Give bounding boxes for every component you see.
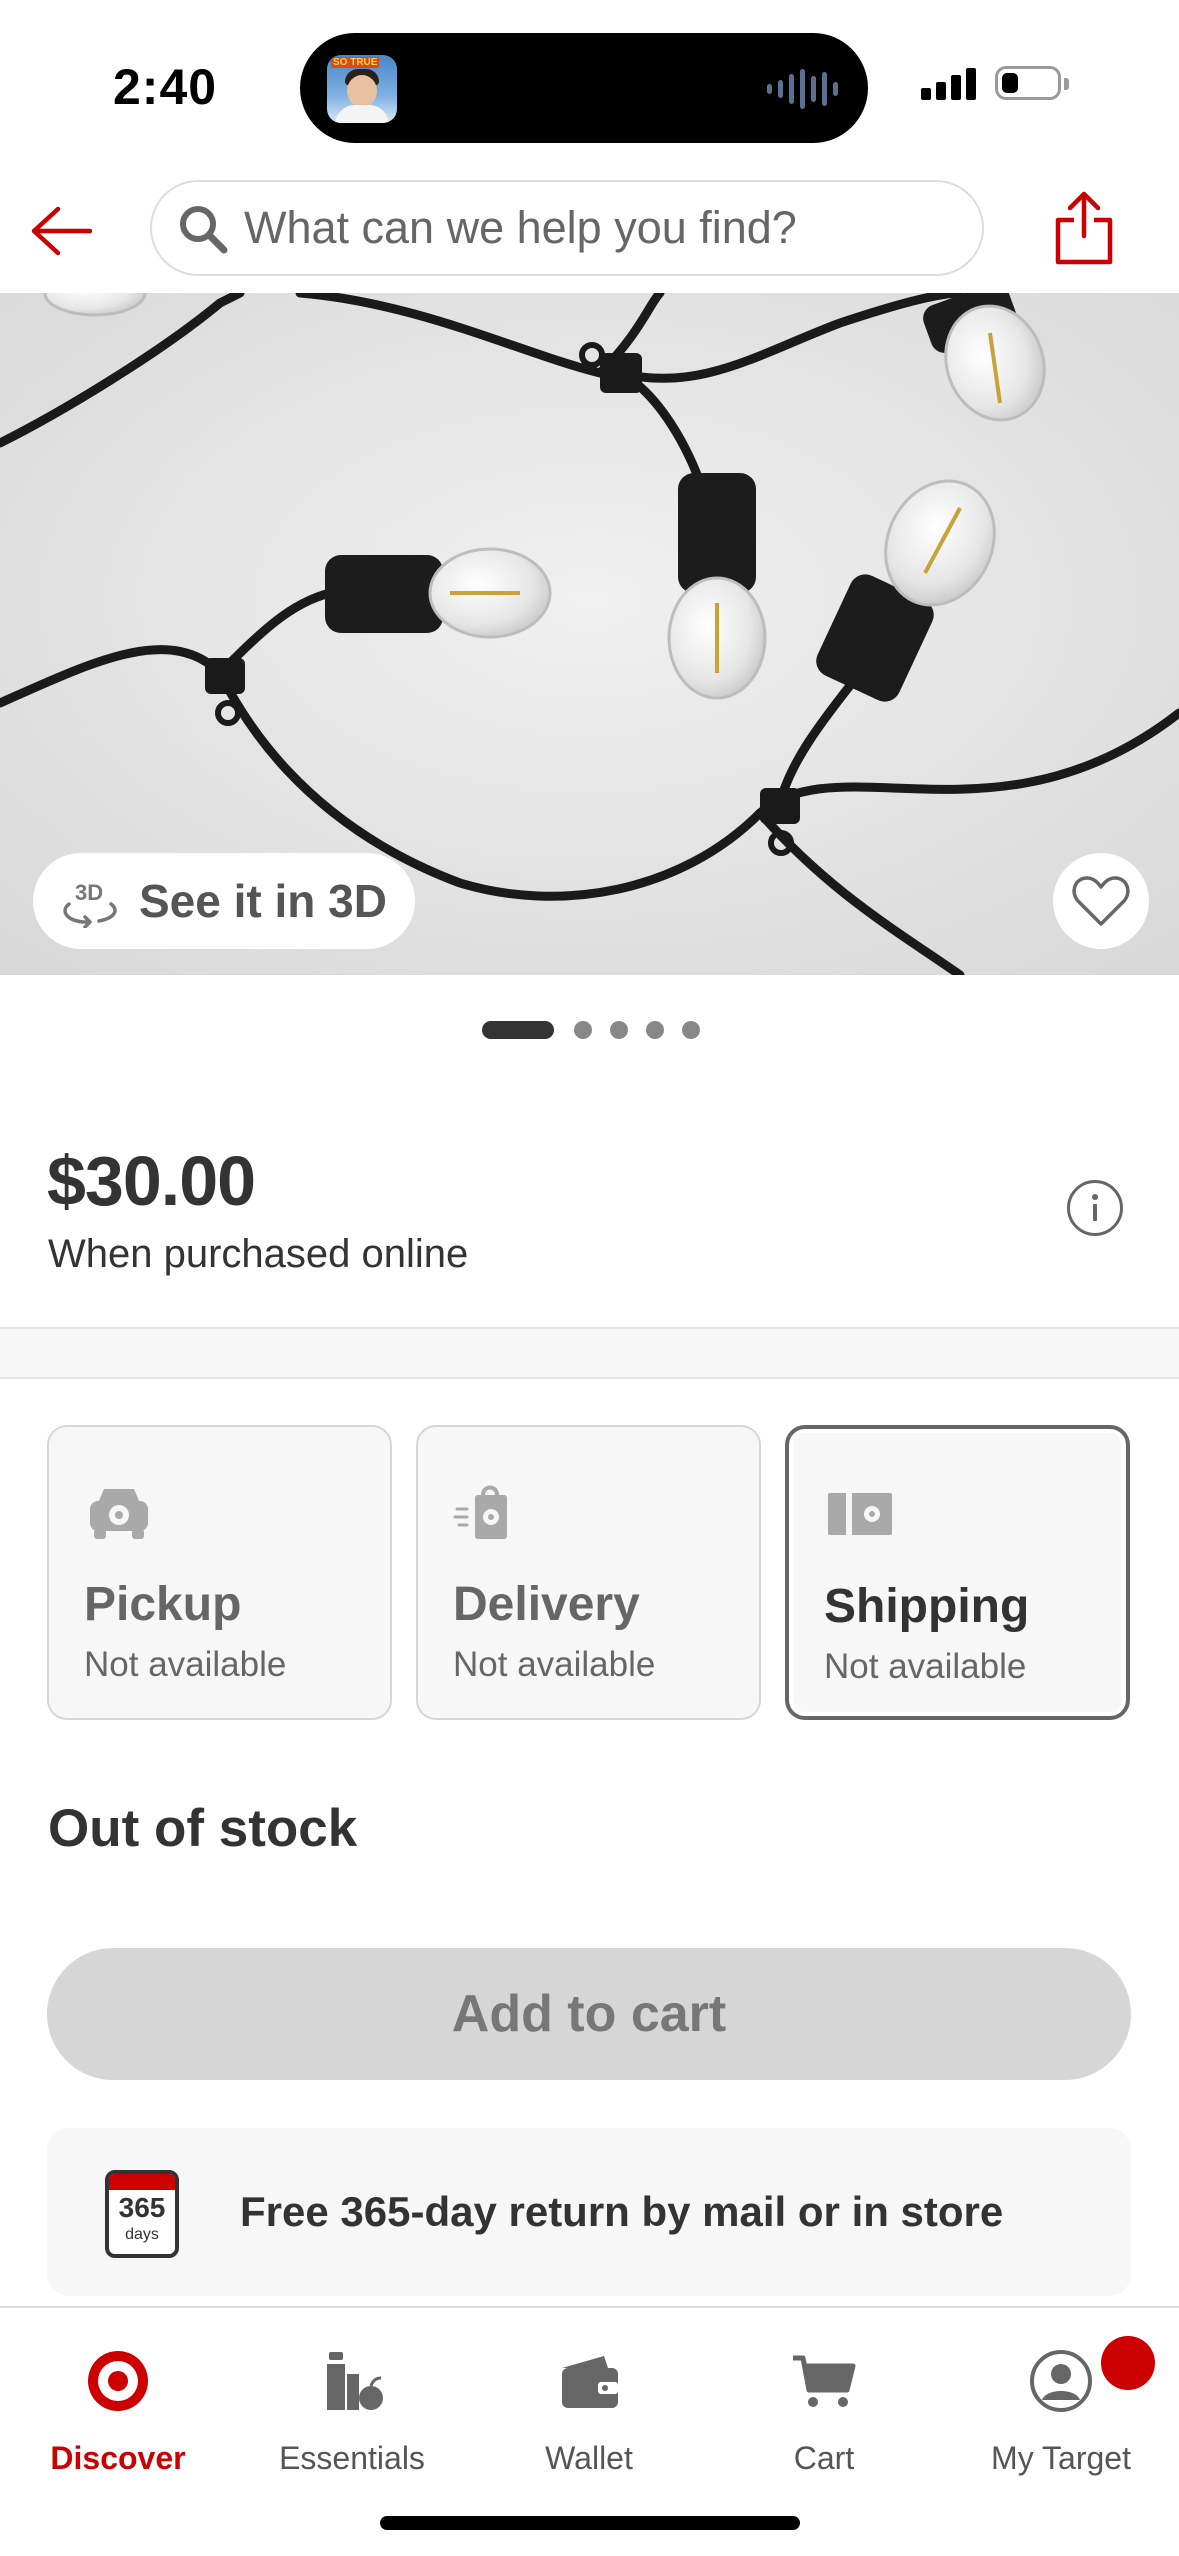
signal-icon <box>921 66 976 100</box>
shipping-box-icon <box>828 1493 892 1535</box>
profile-icon <box>1030 2350 1092 2412</box>
shipping-option[interactable]: Shipping Not available <box>785 1425 1130 1720</box>
tab-discover-label: Discover <box>50 2440 186 2476</box>
share-button[interactable] <box>1048 185 1120 271</box>
carousel-dot-2[interactable] <box>574 1021 592 1039</box>
shipping-status: Not available <box>824 1647 1027 1686</box>
heart-icon <box>1072 876 1130 926</box>
tab-discover[interactable]: Discover <box>0 2328 236 2478</box>
add-to-cart-button[interactable]: Add to cart <box>47 1948 1131 2080</box>
search-icon <box>180 206 228 254</box>
svg-text:3D: 3D <box>75 880 103 905</box>
notification-badge <box>1101 2336 1155 2390</box>
car-icon <box>90 1489 148 1539</box>
status-time: 2:40 <box>113 59 218 115</box>
carousel-dot-1[interactable] <box>482 1021 554 1039</box>
stock-status: Out of stock <box>48 1799 358 1858</box>
audio-wave-icon <box>767 69 838 109</box>
see-in-3d-label: See it in 3D <box>139 875 387 927</box>
dynamic-island[interactable]: SO TRUE <box>300 33 868 143</box>
returns-banner[interactable]: 365 days Free 365-day return by mail or … <box>47 2128 1131 2296</box>
island-avatar: SO TRUE <box>327 55 397 123</box>
status-bar: 2:40 SO TRUE <box>0 0 1179 175</box>
returns-badge-unit: days <box>125 2226 159 2243</box>
target-logo-icon <box>88 2351 148 2411</box>
wallet-icon <box>562 2356 618 2408</box>
returns-text: Free 365-day return by mail or in store <box>240 2188 1004 2235</box>
cart-icon <box>793 2355 856 2407</box>
info-icon <box>1092 1194 1098 1221</box>
favorite-button[interactable] <box>1053 853 1149 949</box>
shipping-title: Shipping <box>824 1580 1030 1633</box>
island-avatar-tag: SO TRUE <box>331 57 380 68</box>
pickup-option[interactable]: Pickup Not available <box>47 1425 392 1720</box>
battery-icon <box>995 66 1061 100</box>
header <box>0 175 1179 293</box>
product-image[interactable]: 3D See it in 3D <box>0 293 1179 975</box>
tab-cart-label: Cart <box>793 2440 855 2476</box>
tab-my-target[interactable]: My Target <box>943 2328 1179 2478</box>
pickup-title: Pickup <box>84 1578 242 1631</box>
fulfillment-options: Pickup Not available Delivery Not availa… <box>47 1425 1131 1720</box>
image-carousel-dots[interactable] <box>0 1020 1179 1040</box>
tab-wallet[interactable]: Wallet <box>471 2328 707 2478</box>
tab-cart[interactable]: Cart <box>706 2328 942 2478</box>
price: $30.00 <box>47 1142 256 1220</box>
battery-nub <box>1064 78 1069 90</box>
tab-essentials-label: Essentials <box>279 2440 425 2476</box>
delivery-status: Not available <box>453 1645 656 1684</box>
share-icon <box>1055 191 1113 265</box>
see-in-3d-button[interactable]: 3D See it in 3D <box>33 853 415 949</box>
tab-essentials[interactable]: Essentials <box>234 2328 470 2478</box>
search-bar[interactable] <box>150 180 984 276</box>
tab-my-target-label: My Target <box>991 2440 1131 2476</box>
calendar-365-icon: 365 days <box>105 2170 179 2258</box>
returns-badge-number: 365 <box>118 2192 166 2223</box>
tab-wallet-label: Wallet <box>545 2440 633 2476</box>
shopping-bag-icon <box>453 1485 507 1539</box>
search-input[interactable] <box>244 182 964 274</box>
carousel-dot-5[interactable] <box>682 1021 700 1039</box>
carousel-dot-3[interactable] <box>610 1021 628 1039</box>
home-indicator <box>380 2516 800 2530</box>
arrow-left-icon <box>31 206 92 256</box>
pickup-status: Not available <box>84 1645 287 1684</box>
section-divider <box>0 1327 1179 1379</box>
carousel-dot-4[interactable] <box>646 1021 664 1039</box>
price-info-button[interactable] <box>1067 1180 1123 1236</box>
back-button[interactable] <box>22 193 98 269</box>
3d-rotate-icon: 3D <box>63 880 117 928</box>
delivery-title: Delivery <box>453 1578 640 1631</box>
delivery-option[interactable]: Delivery Not available <box>416 1425 761 1720</box>
price-subtext: When purchased online <box>48 1232 469 1276</box>
essentials-icon <box>327 2352 383 2410</box>
